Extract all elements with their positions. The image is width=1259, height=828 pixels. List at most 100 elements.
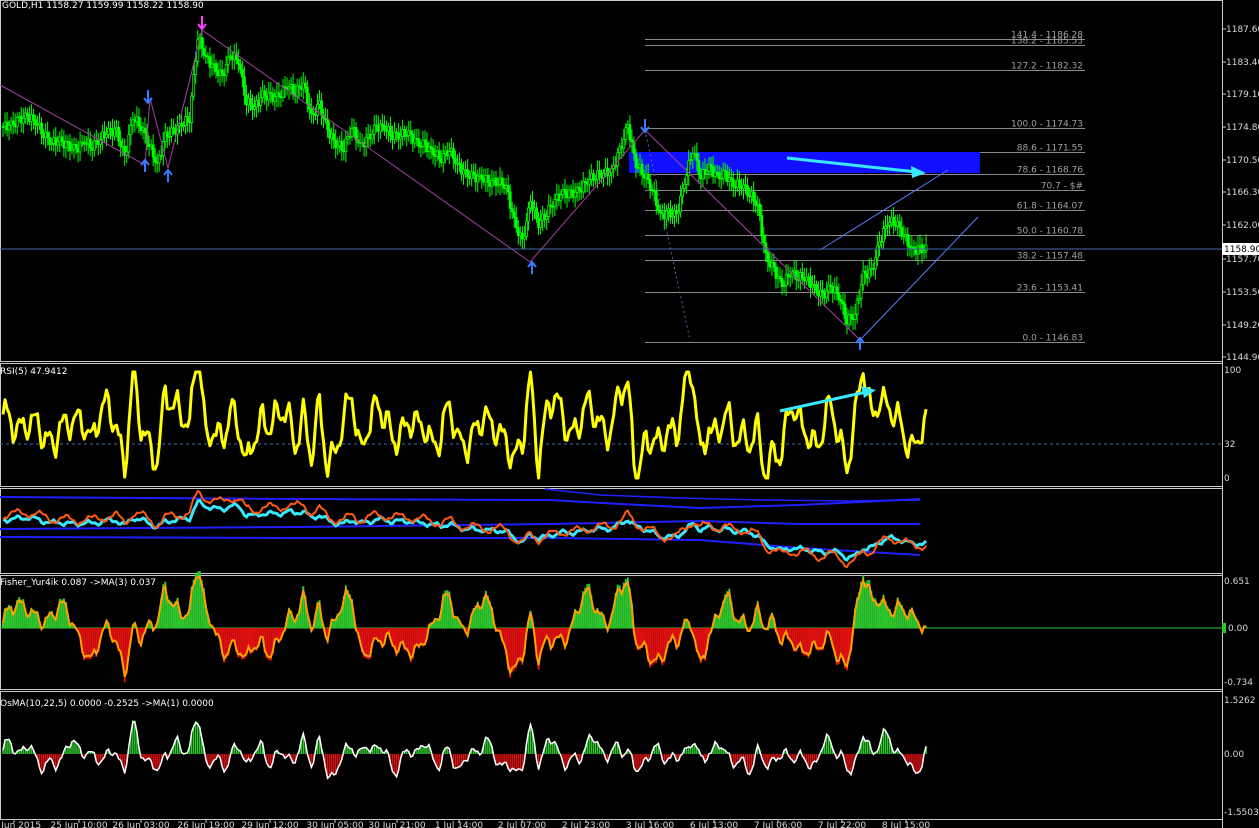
fibonacci-levels: 141.4 - 1186.28138.2 - 1185.53127.2 - 11… [645, 31, 1085, 344]
candle-body [113, 128, 116, 137]
fib-level-label: 127.2 - 1182.32 [1011, 62, 1083, 72]
fractal-down-arrow [197, 16, 207, 31]
moving-average-panel[interactable] [0, 488, 928, 569]
candle-body [697, 160, 701, 175]
time-tick-label: 3 Jul 16:00 [626, 821, 675, 828]
rsi-panel[interactable]: RSI(5) 47.9412 100 32 0 [0, 366, 1241, 484]
candle-body [752, 191, 756, 202]
candle-body [273, 96, 277, 102]
candle-body [263, 90, 267, 97]
fib-level-label: 50.0 - 1160.78 [1017, 227, 1083, 237]
candle-body [399, 135, 403, 140]
main-header: GOLD,H1 1158.27 1159.99 1158.22 1158.90 [2, 1, 204, 11]
candle-body [628, 124, 632, 141]
candle-body [243, 76, 246, 96]
time-tick-label: 1 Jul 14:00 [435, 821, 484, 828]
candle-body [648, 179, 652, 190]
candle-body [875, 245, 879, 259]
candle-body [194, 61, 198, 75]
candle-body [545, 216, 549, 220]
osma-panel[interactable]: OsMA(10,22,5) 0.0000 -0.2525 ->MA(1) 0.0… [0, 696, 1259, 818]
candle-body [224, 64, 228, 77]
rsi-tick-0: 0 [1224, 474, 1230, 484]
candle-body [417, 138, 421, 147]
candle-body [190, 95, 194, 124]
fisher-bar [519, 628, 522, 662]
fisher-panel[interactable]: Fisher_Yur4ik 0.087 ->MA(3) 0.037 0.651 … [0, 570, 1253, 688]
price-tick-label: 1166.30 [1226, 188, 1259, 198]
fisher-bar [196, 571, 199, 628]
candle-body [624, 127, 628, 140]
candle-body [853, 313, 857, 320]
ma-slow-upper [0, 496, 921, 510]
candle-body [303, 82, 307, 88]
price-tick-label: 1157.70 [1226, 255, 1259, 265]
candle-body [309, 108, 313, 115]
candle-body [240, 68, 244, 78]
supply-zone-rectangle[interactable] [629, 152, 980, 173]
candle-body [92, 140, 96, 151]
rsi-tick-32: 32 [1224, 440, 1235, 450]
candle-body [127, 134, 131, 153]
fib-level-label: 0.0 - 1146.83 [1023, 334, 1084, 344]
fisher-bar [87, 628, 90, 659]
time-tick-label: 30 Jun 21:00 [368, 821, 425, 828]
candle-body [46, 131, 50, 138]
candle-body [685, 175, 689, 185]
candle-body [500, 177, 504, 186]
fractal-up-arrow [140, 158, 150, 172]
candle-body [717, 172, 721, 179]
fisher-bar [60, 599, 63, 628]
time-tick-label: 7 Jul 06:00 [754, 821, 803, 828]
candle-body [34, 119, 37, 126]
candle-body [855, 299, 859, 315]
price-tick-label: 1187.60 [1226, 25, 1259, 35]
panel-frame-3 [0, 575, 1223, 690]
candle-body [506, 185, 510, 193]
fisher-bar [239, 628, 242, 657]
main-price-panel[interactable]: 141.4 - 1186.28138.2 - 1185.53127.2 - 11… [0, 1, 1259, 363]
trading-chart[interactable]: 141.4 - 1186.28138.2 - 1185.53127.2 - 11… [0, 0, 1259, 828]
candle-body [916, 245, 920, 255]
fisher-header: Fisher_Yur4ik 0.087 ->MA(3) 0.037 [0, 578, 156, 588]
fisher-bar [864, 582, 867, 628]
candle-body [573, 191, 577, 198]
fisher-bar [878, 602, 881, 628]
candle-body [186, 116, 190, 122]
candle-body [640, 163, 644, 175]
time-tick-label: 30 Jun 05:00 [306, 821, 363, 828]
candle-body [431, 148, 435, 156]
candle-body [220, 69, 224, 74]
candle-body [143, 127, 147, 134]
candle-body [535, 207, 538, 219]
candle-body [695, 152, 699, 161]
time-tick-label: 29 Jun 12:00 [241, 821, 298, 828]
fisher-bar [20, 599, 23, 628]
candle-body [137, 116, 141, 127]
rsi-header: RSI(5) 47.9412 [0, 367, 67, 377]
candle-body [249, 98, 252, 106]
candle-body [772, 262, 776, 268]
candle-body [74, 144, 78, 149]
fisher-zero-marker [1222, 623, 1226, 633]
candle-body [762, 235, 766, 244]
time-tick-label: 7 Jul 22:00 [818, 821, 867, 828]
osma-histogram [2, 720, 927, 780]
price-tick-label: 1179.10 [1226, 90, 1259, 100]
fisher-bar [876, 603, 879, 628]
candle-body [731, 179, 735, 188]
osma-signal-line [2, 721, 927, 780]
candle-body [539, 219, 543, 228]
time-tick-label: 8 Jul 15:00 [882, 821, 931, 828]
fib-level-label: 61.8 - 1164.07 [1017, 202, 1083, 212]
candle-body [898, 221, 902, 228]
candle-body [238, 63, 242, 70]
candle-body [21, 117, 25, 124]
candle-body [906, 233, 910, 247]
candle-body [873, 257, 877, 270]
candle-body [409, 130, 413, 135]
candle-body [843, 303, 847, 319]
ma-orange-line [2, 489, 927, 569]
fisher-bar [253, 628, 256, 651]
candle-body [837, 293, 841, 300]
